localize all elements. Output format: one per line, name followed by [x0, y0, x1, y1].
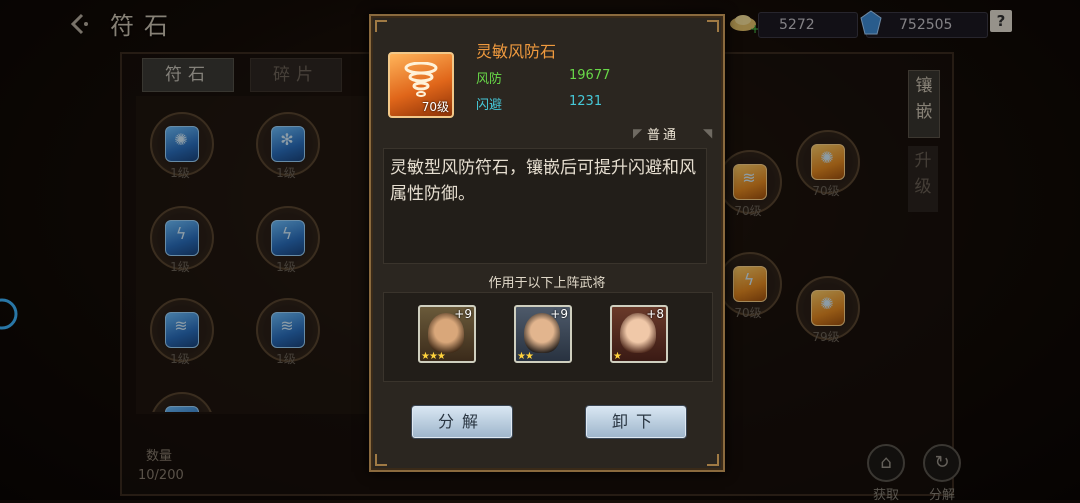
item-description: 灵敏型风防符石，镶嵌后可提升闪避和风属性防御。	[383, 148, 707, 264]
hero-avatar[interactable]: +9 ★★	[514, 305, 572, 363]
hero-bonus: +8	[646, 307, 664, 321]
quality-deco-left-icon: ◤	[633, 126, 643, 140]
hero-bonus: +9	[550, 307, 568, 321]
decompose-button[interactable]: 分解	[412, 406, 512, 438]
stat-wind-defense-label: 风防	[476, 72, 503, 87]
item-name: 灵敏风防石	[476, 42, 557, 61]
quality-deco-right-icon: ◥	[703, 126, 713, 140]
rune-item-icon: 70级	[388, 52, 454, 118]
unequip-button[interactable]: 卸下	[586, 406, 686, 438]
item-level: 70级	[421, 100, 449, 114]
hero-bonus: +9	[454, 307, 472, 321]
hero-list: +9 ★★★ +9 ★★ +8 ★	[383, 292, 713, 382]
quality-label: 普通	[647, 128, 680, 143]
hero-avatar[interactable]: +8 ★	[610, 305, 668, 363]
applies-to-label: 作用于以下上阵武将	[488, 276, 606, 291]
stat-dodge-value: 1231	[569, 94, 603, 109]
rune-detail-dialog: 70级 灵敏风防石 风防 19677 闪避 1231 ◤ 普通 ◥ 灵敏型风防符…	[369, 14, 725, 472]
stat-wind-defense-value: 19677	[569, 68, 611, 83]
stat-dodge-label: 闪避	[476, 98, 503, 113]
hero-stars: ★★	[517, 351, 534, 362]
hero-avatar[interactable]: +9 ★★★	[418, 305, 476, 363]
hero-stars: ★	[613, 351, 622, 362]
tornado-icon	[404, 62, 438, 97]
hero-stars: ★★★	[421, 351, 446, 362]
